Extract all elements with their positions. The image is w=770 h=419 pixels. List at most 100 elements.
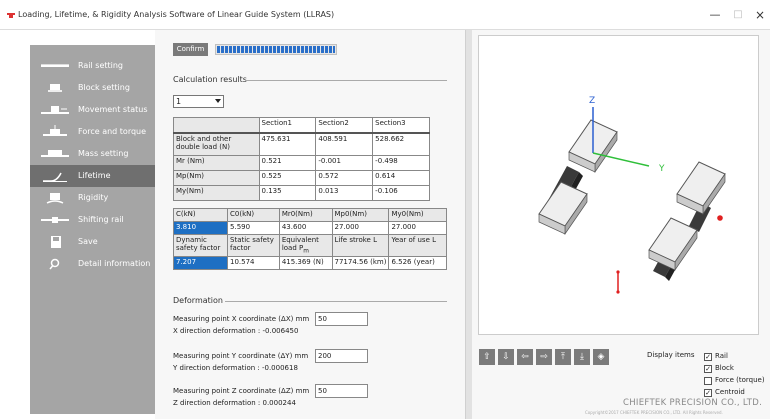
sidebar-item-label: Force and torque [78, 127, 147, 136]
table-header: Mp0(Nm) [331, 208, 390, 222]
display-items-title: Display items [647, 351, 695, 359]
view-left-button[interactable]: ⇦ [517, 349, 533, 365]
main-panel: Confirm Calculation results 1 Section1 S… [155, 30, 465, 419]
view-down-button[interactable]: ⇩ [498, 349, 514, 365]
view-top-button[interactable]: ⤒ [555, 349, 571, 365]
sidebar-item-label: Detail information [78, 259, 151, 268]
table-cell: 0.525 [258, 170, 317, 186]
results-table: Section1 Section2 Section3 Block and oth… [173, 117, 430, 201]
sidebar-item-lifetime[interactable]: Lifetime [30, 165, 155, 187]
table-cell: 0.614 [372, 170, 430, 186]
sidebar-item-label: Shifting rail [78, 215, 124, 224]
table-cell: 27.000 [388, 221, 447, 235]
app-icon [7, 13, 15, 18]
table-cell: 77174.56 (km) [331, 256, 390, 271]
table-header: Section1 [258, 117, 317, 134]
equivalent-load-header: Equivalent load Pm [278, 233, 333, 258]
table-header: Year of use L [388, 233, 447, 258]
rail-icon [41, 64, 69, 67]
3d-viewport[interactable]: Z Y [478, 35, 759, 335]
table-cell: -0.106 [372, 185, 430, 201]
row-label: Mp(Nm) [173, 170, 260, 186]
table-header: C(kN) [172, 208, 229, 222]
table-row: Mp(Nm) 0.525 0.572 0.614 [173, 170, 430, 186]
z-coordinate-label: Measuring point Z coordinate (ΔZ) mm [173, 387, 310, 395]
table-header: Mr0(Nm) [278, 208, 333, 222]
view-bottom-button[interactable]: ⤓ [574, 349, 590, 365]
sidebar-item-label: Mass setting [78, 149, 129, 158]
section-select-value: 1 [176, 97, 182, 106]
table-cell-selected[interactable]: 7.207 [172, 256, 229, 271]
table-cell: 6.526 (year) [388, 256, 447, 271]
sidebar-item-save[interactable]: Save [30, 231, 155, 253]
confirm-button[interactable]: Confirm [173, 43, 208, 56]
force-icon [43, 125, 67, 136]
table-header: Section3 [372, 117, 430, 134]
panel-splitter[interactable] [465, 30, 472, 419]
section-divider [245, 80, 447, 81]
table-cell: -0.001 [315, 155, 374, 171]
sidebar-item-shifting-rail[interactable]: Shifting rail [30, 209, 155, 231]
checkbox-label: Rail [715, 352, 728, 360]
sidebar-item-label: Save [78, 237, 98, 246]
sidebar-item-rail-setting[interactable]: Rail setting [30, 55, 155, 77]
checkbox-label: Centroid [715, 388, 745, 396]
maximize-button[interactable]: □ [727, 6, 749, 24]
checkbox-label: Force (torque) [715, 376, 765, 384]
sidebar-item-force-and-torque[interactable]: Force and torque [30, 121, 155, 143]
sidebar-item-block-setting[interactable]: Block setting [30, 77, 155, 99]
table-header: Equivalent load P [281, 236, 319, 252]
y-deformation-result: Y direction deformation : -0.000618 [173, 364, 298, 372]
row-label: My(Nm) [173, 185, 260, 201]
sidebar-item-label: Rail setting [78, 61, 124, 70]
y-coordinate-label: Measuring point Y coordinate (ΔY) mm [173, 352, 309, 360]
table-cell: 27.000 [331, 221, 390, 235]
company-logo-text: CHIEFTEK PRECISION CO., LTD. [623, 398, 763, 408]
table-cell: 10.574 [227, 256, 280, 271]
table-cell: 0.135 [258, 185, 317, 201]
minimize-button[interactable]: — [704, 6, 726, 24]
sidebar-item-detail-information[interactable]: Detail information [30, 253, 155, 275]
section-select[interactable]: 1 [173, 95, 224, 108]
sidebar-item-movement-status[interactable]: Movement status [30, 99, 155, 121]
movement-icon [41, 106, 69, 114]
centroid-marker [717, 215, 723, 221]
table-row: 7.207 10.574 415.369 (N) 77174.56 (km) 6… [172, 256, 447, 271]
lifetime-table: C(kN) C0(kN) Mr0(Nm) Mp0(Nm) My0(Nm) 3.8… [172, 208, 447, 271]
title-bar: Loading, Lifetime, & Rigidity Analysis S… [0, 0, 770, 30]
sidebar-item-label: Movement status [78, 105, 148, 114]
block-icon [48, 84, 62, 92]
table-cell: -0.498 [372, 155, 430, 171]
checkbox-box: ✓ [704, 353, 712, 361]
section-divider [225, 301, 447, 302]
checkbox-box: ✓ [704, 365, 712, 373]
x-coordinate-input[interactable]: 50 [315, 312, 368, 326]
progress-bar [215, 44, 337, 55]
table-cell: 475.631 [258, 132, 317, 156]
x-coordinate-label: Measuring point X coordinate (ΔX) mm [173, 315, 310, 323]
sidebar-item-mass-setting[interactable]: Mass setting [30, 143, 155, 165]
force-arrow-head [616, 270, 620, 274]
view-3d-button[interactable]: ◈ [593, 349, 609, 365]
table-row: Block and other double load (N) 475.631 … [173, 132, 430, 156]
y-coordinate-input[interactable]: 200 [315, 349, 368, 363]
table-cell: 528.662 [372, 132, 430, 156]
viewer-panel: Z Y ⇧ ⇩ ⇦ ⇨ ⤒ ⤓ ◈ Display items ✓ Rail ✓ B… [472, 30, 770, 419]
table-cell-selected[interactable]: 3.810 [172, 221, 229, 235]
deformation-title: Deformation [173, 296, 223, 305]
sidebar-item-rigidity[interactable]: Rigidity [30, 187, 155, 209]
table-row: 3.810 5.590 43.600 27.000 27.000 [172, 221, 447, 235]
view-right-button[interactable]: ⇨ [536, 349, 552, 365]
table-header: My0(Nm) [388, 208, 447, 222]
left-rail-model [538, 119, 618, 236]
table-header: Section2 [315, 117, 374, 134]
sidebar-item-label: Lifetime [78, 171, 111, 180]
table-cell: 415.369 (N) [278, 256, 333, 271]
force-arrow-tail [616, 290, 620, 294]
mass-icon [41, 150, 69, 157]
close-button[interactable]: × [749, 6, 770, 24]
table-row: My(Nm) 0.135 0.013 -0.106 [173, 185, 430, 201]
view-up-button[interactable]: ⇧ [479, 349, 495, 365]
table-cell: 43.600 [278, 221, 333, 235]
z-coordinate-input[interactable]: 50 [315, 384, 368, 398]
